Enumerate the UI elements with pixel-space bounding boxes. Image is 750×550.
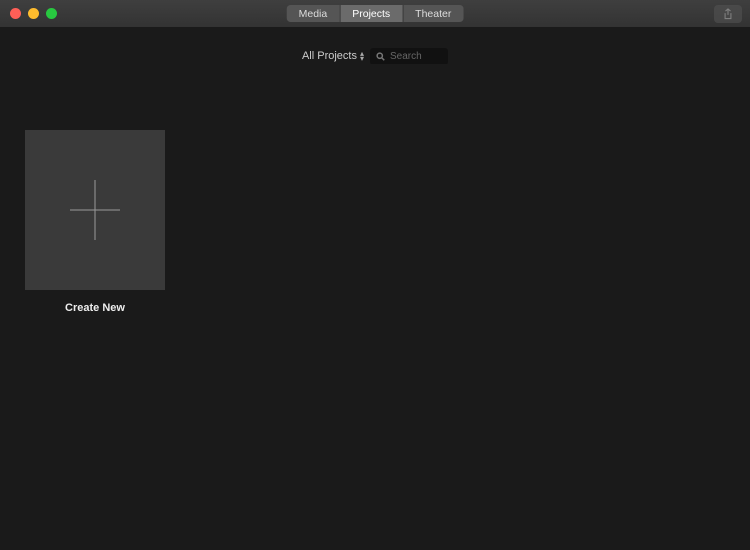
filter-label-text: All Projects xyxy=(302,50,357,62)
tab-theater[interactable]: Theater xyxy=(402,5,463,22)
project-filter-dropdown[interactable]: All Projects ▴▾ xyxy=(302,50,364,62)
search-field[interactable] xyxy=(370,48,448,65)
share-icon xyxy=(723,8,733,20)
view-tabs: Media Projects Theater xyxy=(287,5,464,22)
create-new-tile[interactable]: Create New xyxy=(25,130,165,314)
create-new-thumbnail xyxy=(25,130,165,290)
updown-icon: ▴▾ xyxy=(360,51,364,61)
plus-icon xyxy=(70,180,120,240)
minimize-button[interactable] xyxy=(28,8,39,19)
search-icon xyxy=(376,52,385,61)
app-window: Media Projects Theater All Projects ▴▾ xyxy=(0,0,750,550)
share-button[interactable] xyxy=(714,5,742,23)
close-button[interactable] xyxy=(10,8,21,19)
maximize-button[interactable] xyxy=(46,8,57,19)
create-new-label: Create New xyxy=(65,302,125,314)
tab-media[interactable]: Media xyxy=(287,5,340,22)
window-controls xyxy=(0,8,57,19)
tab-projects[interactable]: Projects xyxy=(339,5,402,22)
filter-bar: All Projects ▴▾ xyxy=(0,28,750,64)
titlebar: Media Projects Theater xyxy=(0,0,750,28)
search-input[interactable] xyxy=(390,51,440,62)
projects-grid: Create New xyxy=(0,64,750,550)
